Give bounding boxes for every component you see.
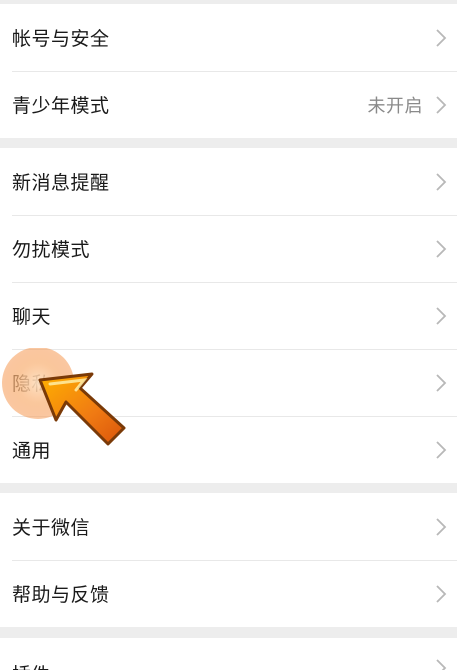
settings-item-privacy[interactable]: 隐私 (0, 349, 457, 416)
settings-item-label: 通用 (12, 440, 52, 462)
settings-item-teen-mode[interactable]: 青少年模式 未开启 (0, 71, 457, 138)
settings-item-account-security[interactable]: 帐号与安全 (0, 4, 457, 71)
settings-item-label: 插件 (12, 660, 50, 670)
settings-item-label: 勿扰模式 (12, 239, 91, 261)
plugin-settings-group: 插件 (0, 638, 457, 670)
chevron-right-icon (433, 583, 449, 605)
settings-item-help-feedback[interactable]: 帮助与反馈 (0, 560, 457, 627)
chevron-right-icon (433, 27, 449, 49)
teen-mode-status: 未开启 (367, 95, 423, 117)
settings-item-about-wechat[interactable]: 关于微信 (0, 493, 457, 560)
settings-item-label: 聊天 (12, 306, 52, 328)
settings-screen: 帐号与安全 青少年模式 未开启 新消息提醒 勿扰模式 聊天 隐私 通用 关于微信… (0, 0, 457, 670)
settings-item-chat[interactable]: 聊天 (0, 282, 457, 349)
chevron-right-icon (433, 657, 449, 670)
settings-item-label: 帐号与安全 (12, 28, 110, 50)
settings-item-label: 新消息提醒 (12, 172, 110, 194)
settings-item-label: 关于微信 (12, 517, 91, 539)
settings-item-plugins[interactable]: 插件 (0, 638, 457, 670)
settings-item-label: 青少年模式 (12, 95, 110, 117)
chevron-right-icon (433, 94, 449, 116)
settings-item-label: 帮助与反馈 (12, 584, 110, 606)
settings-item-label: 隐私 (12, 373, 52, 395)
settings-item-do-not-disturb[interactable]: 勿扰模式 (0, 215, 457, 282)
settings-item-general[interactable]: 通用 (0, 416, 457, 483)
about-settings-group: 关于微信 帮助与反馈 (0, 493, 457, 627)
chevron-right-icon (433, 516, 449, 538)
chevron-right-icon (433, 439, 449, 461)
chevron-right-icon (433, 238, 449, 260)
chevron-right-icon (433, 372, 449, 394)
chevron-right-icon (433, 305, 449, 327)
settings-item-new-message-notification[interactable]: 新消息提醒 (0, 148, 457, 215)
account-settings-group: 帐号与安全 青少年模式 未开启 (0, 4, 457, 138)
general-settings-group: 新消息提醒 勿扰模式 聊天 隐私 通用 (0, 148, 457, 483)
chevron-right-icon (433, 171, 449, 193)
